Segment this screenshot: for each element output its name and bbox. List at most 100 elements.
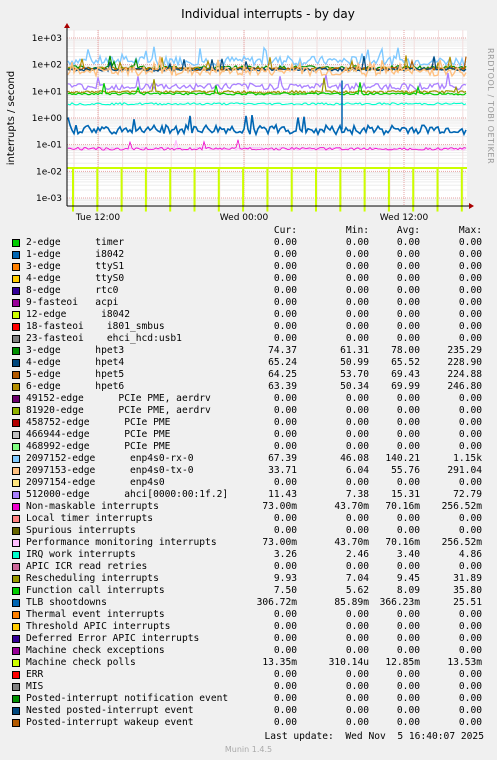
legend-swatch [12,695,20,703]
legend-max: 31.89 [453,573,482,584]
legend-avg: 0.00 [396,285,420,296]
legend-swatch [12,455,20,463]
legend-swatch [12,323,20,331]
legend-swatch [12,647,20,655]
legend-item: 5-edge hpet5 64.25 53.70 69.43 224.88 [12,369,490,381]
legend-avg: 12.85m [385,657,420,668]
legend-max: 0.00 [458,261,482,272]
legend-max: 256.52m [441,501,482,512]
legend-avg: 0.00 [396,261,420,272]
legend-avg: 0.00 [396,561,420,572]
legend-swatch [12,575,20,583]
legend-avg: 0.00 [396,621,420,632]
legend-item: TLB shootdowns 306.72m 85.89m 366.23m 25.51 [12,597,490,609]
legend-rows: 2-edge timer 0.00 0.00 0.00 0.00 1-edge i8042… [12,237,490,729]
legend-item: Threshold APIC interrupts 0.00 0.00 0.00 0.0… [12,621,490,633]
legend-label: Deferred Error APIC interrupts [26,633,200,644]
legend-swatch [12,707,20,715]
legend-avg: 366.23m [379,597,420,608]
legend-swatch [12,239,20,247]
legend-cur: 11.43 [268,489,297,500]
legend-swatch [12,299,20,307]
legend-label: 5-edge hpet5 [26,369,125,380]
legend-swatch [12,527,20,535]
legend-label: Local timer interrupts [26,513,154,524]
legend-swatch [12,431,20,439]
legend-cur: 9.93 [273,573,297,584]
legend-item: 2097154-edge enp4s0 0.00 0.00 0.00 0.00 [12,477,490,489]
legend-cur: 0.00 [273,321,297,332]
legend-item: Function call interrupts 7.50 5.62 8.09 35.8… [12,585,490,597]
legend-max: 0.00 [458,669,482,680]
y-tick-label: 1e+01 [32,87,62,97]
legend-max: 0.00 [458,525,482,536]
legend-label: 468992-edge PCIe PME [26,441,171,452]
legend-avg: 0.00 [396,693,420,704]
legend-swatch [12,467,20,475]
legend-header-avg: Avg: [396,225,420,236]
legend-max: 0.00 [458,513,482,524]
legend-max: 256.52m [441,537,482,548]
legend-item: 6-edge hpet6 63.39 50.34 69.99 246.80 [12,381,490,393]
legend-cur: 0.00 [273,525,297,536]
legend-item: Local timer interrupts 0.00 0.00 0.00 0.00 [12,513,490,525]
legend-avg: 0.00 [396,405,420,416]
legend-item: Nested posted-interrupt event 0.00 0.00 0.0… [12,705,490,717]
legend-cur: 65.24 [268,357,297,368]
legend-header: Cur: Min: Avg: Max: [12,225,490,237]
legend-avg: 69.99 [391,381,420,392]
legend-max: 0.00 [458,417,482,428]
legend-swatch [12,611,20,619]
legend-swatch [12,419,20,427]
legend-swatch [12,551,20,559]
legend-label: Posted-interrupt notification event [26,693,229,704]
legend-avg: 0.00 [396,273,420,284]
legend-max: 0.00 [458,621,482,632]
legend-max: 0.00 [458,633,482,644]
legend-cur: 0.00 [273,429,297,440]
legend-cur: 0.00 [273,297,297,308]
y-axis-label: interrupts / second [6,71,17,165]
last-update: Last update: Wed Nov 5 16:40:07 2025 [264,731,485,742]
legend-label: Nested posted-interrupt event [26,705,194,716]
legend-item: Machine check exceptions 0.00 0.00 0.00 0.00 [12,645,490,657]
legend-max: 0.00 [458,273,482,284]
rrdtool-watermark: RRDTOOL / TOBI OETIKER [486,48,495,164]
legend-avg: 0.00 [396,717,420,728]
legend-cur: 0.00 [273,393,297,404]
legend-item: 466944-edge PCIe PME 0.00 0.00 0.00 0.00 [12,429,490,441]
legend-swatch [12,263,20,271]
legend-avg: 0.00 [396,417,420,428]
legend-label: APIC ICR read retries [26,561,148,572]
legend-item: 1-edge i8042 0.00 0.00 0.00 0.00 [12,249,490,261]
legend-cur: 74.37 [268,345,297,356]
legend-swatch [12,371,20,379]
legend-item: Machine check polls 13.35m 310.14u 12.85m 13… [12,657,490,669]
legend-avg: 8.09 [396,585,420,596]
legend-cur: 0.00 [273,645,297,656]
legend-label: 512000-edge ahci[0000:00:1f.2] [26,489,229,500]
chart-title: Individual interrupts - by day [181,7,355,21]
legend-max: 228.90 [447,357,482,368]
legend-swatch [12,287,20,295]
legend-swatch [12,359,20,367]
legend-avg: 0.00 [396,645,420,656]
legend-item: Rescheduling interrupts 9.93 7.04 9.45 31.89 [12,573,490,585]
legend-item: APIC ICR read retries 0.00 0.00 0.00 0.00 [12,561,490,573]
legend-item: Posted-interrupt wakeup event 0.00 0.00 0.0… [12,717,490,729]
legend-max: 0.00 [458,609,482,620]
legend-cur: 0.00 [273,309,297,320]
x-tick-labels: Tue 12:00 Wed 00:00 Wed 12:00 [75,213,429,223]
legend-cur: 0.00 [273,669,297,680]
legend-label: 4-edge ttyS0 [26,273,125,284]
legend-label: Rescheduling interrupts [26,573,159,584]
legend-label: 49152-edge PCIe PME, aerdrv [26,393,211,404]
legend-max: 0.00 [458,681,482,692]
legend-avg: 15.31 [391,489,420,500]
legend-max: 25.51 [453,597,482,608]
legend-avg: 0.00 [396,525,420,536]
legend-max: 0.00 [458,693,482,704]
legend-avg: 55.76 [391,465,420,476]
legend-item: Spurious interrupts 0.00 0.00 0.00 0.00 [12,525,490,537]
legend-max: 0.00 [458,309,482,320]
